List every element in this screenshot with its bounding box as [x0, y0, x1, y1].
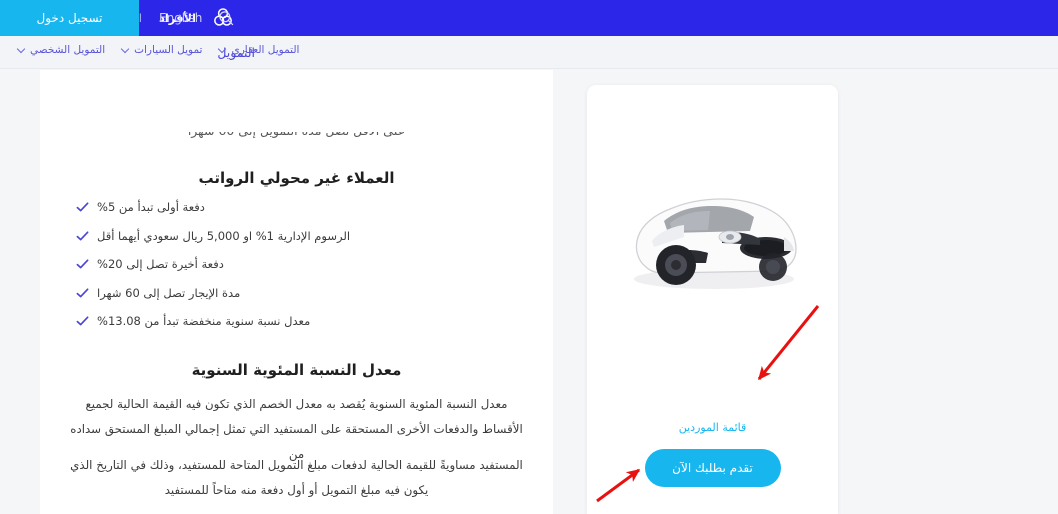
benefits-list: دفعة أولى تبدأ من 5% الرسوم الإدارية 1% …	[58, 200, 535, 343]
check-icon	[76, 256, 89, 269]
subnav-item-real-estate-financing[interactable]: التمويل العقاري	[219, 44, 299, 56]
apply-now-button[interactable]: تقدم بطلبك الآن	[644, 449, 781, 487]
chevron-down-icon	[219, 46, 226, 53]
apply-side-card: قائمة الموردين تقدم بطلبك الآن ليس لديك …	[587, 85, 838, 514]
top-header-bar: الأفراد الأعمال تسجيل دخول English	[0, 0, 1058, 36]
supplier-list-link[interactable]: قائمة الموردين	[587, 421, 838, 434]
subnav-item-personal-financing[interactable]: التمويل الشخصي	[18, 44, 105, 56]
subnav-item-auto-financing[interactable]: تمويل السيارات	[122, 44, 202, 56]
list-item-label: معدل نسبة سنوية منخفضة تبدأ من 13.08%	[97, 314, 311, 328]
check-icon	[76, 228, 89, 241]
subnav-label: تمويل السيارات	[134, 44, 203, 56]
list-item: مدة الإيجار تصل إلى 60 شهرا	[58, 286, 535, 300]
paragraph-apr-continued: المستفيد مساويةً للقيمة الحالية لدفعات م…	[70, 458, 523, 497]
chevron-down-icon	[18, 46, 25, 53]
subnav-label: التمويل العقاري	[231, 44, 300, 56]
heading-non-salary-customers: العملاء غير محولي الرواتب	[198, 169, 395, 187]
list-item-label: الرسوم الإدارية 1% او 5,000 ريال سعودي أ…	[97, 228, 351, 243]
clipped-previous-line: على الأقل تصل مدة التمويل إلى 60 شهرا	[58, 132, 535, 140]
search-icon[interactable]	[218, 10, 234, 26]
header-left-actions: تسجيل دخول English	[0, 0, 234, 36]
check-icon	[76, 313, 89, 326]
check-icon	[76, 199, 89, 212]
list-item: الرسوم الإدارية 1% او 5,000 ريال سعودي أ…	[58, 229, 535, 243]
sub-navigation-bar: التمويل التمويل العقاري تمويل السيارات ا…	[0, 36, 1058, 69]
list-item-label: مدة الإيجار تصل إلى 60 شهرا	[97, 285, 241, 300]
list-item: دفعة أخيرة تصل إلى 20%	[58, 257, 535, 271]
heading-annual-percentage-rate: معدل النسبة المئوية السنوية	[191, 361, 402, 379]
list-item: معدل نسبة سنوية منخفضة تبدأ من 13.08%	[58, 314, 535, 328]
white-car-image	[587, 140, 838, 330]
left-gutter	[0, 70, 40, 514]
list-item-label: دفعة أولى تبدأ من 5%	[97, 200, 205, 214]
chevron-down-icon	[122, 46, 129, 53]
login-button[interactable]: تسجيل دخول	[0, 0, 139, 36]
subnav-label: التمويل الشخصي	[30, 44, 106, 56]
page-root: الأفراد الأعمال تسجيل دخول English التمو…	[0, 0, 1058, 514]
check-icon	[76, 285, 89, 298]
list-item: دفعة أولى تبدأ من 5%	[58, 200, 535, 214]
list-item-label: دفعة أخيرة تصل إلى 20%	[97, 257, 224, 271]
language-switch-link[interactable]: English	[159, 11, 202, 25]
subnav-links: التمويل العقاري تمويل السيارات التمويل ا…	[18, 44, 299, 56]
article-content-panel: على الأقل تصل مدة التمويل إلى 60 شهرا ال…	[40, 70, 553, 514]
